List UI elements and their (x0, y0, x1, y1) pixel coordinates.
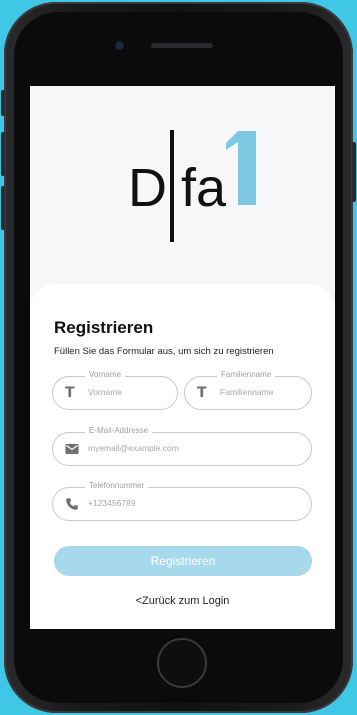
volume-down-button (1, 186, 5, 230)
logo-fa: fa (181, 158, 227, 218)
phone-field[interactable]: Telefonnummer +123456789 (52, 481, 312, 521)
camera-icon (116, 42, 123, 49)
logo-one-stem (238, 131, 256, 205)
text-icon: T (197, 385, 207, 401)
power-button (352, 142, 356, 202)
app-screen: D fa Registrieren Füllen Sie das Formula… (30, 86, 335, 629)
email-label: E-Mail-Addresse (85, 426, 153, 435)
phone-placeholder: +123456789 (88, 498, 136, 508)
phone-icon (66, 498, 78, 510)
phone-label: Telefonnummer (85, 481, 149, 490)
first-name-label: Vorname (85, 370, 126, 379)
logo-text: D (128, 158, 167, 218)
first-name-field[interactable]: Vorname T Vorname (52, 370, 178, 410)
last-name-placeholder: Familienname (220, 387, 274, 397)
last-name-label: Familienname (217, 370, 276, 379)
speaker-grille (151, 43, 213, 48)
email-placeholder: myemail@example.com (88, 443, 179, 453)
register-button[interactable]: Registrieren (54, 546, 312, 576)
register-card: Registrieren Füllen Sie das Formular aus… (30, 284, 335, 629)
first-name-placeholder: Vorname (88, 387, 123, 397)
last-name-field[interactable]: Familienname T Familienname (184, 370, 312, 410)
page-subtitle: Füllen Sie das Formular aus, um sich zu … (54, 346, 274, 357)
text-icon: T (65, 385, 75, 401)
logo-i-stroke (170, 130, 174, 242)
volume-up-button (1, 132, 5, 176)
mute-switch (1, 90, 5, 116)
back-to-login-link[interactable]: <Zurück zum Login (30, 595, 335, 607)
email-field[interactable]: E-Mail-Addresse myemail@example.com (52, 426, 312, 466)
difa-logo: D fa (128, 130, 256, 242)
mail-icon (65, 444, 79, 454)
logo-one-flag (226, 131, 238, 150)
page-title: Registrieren (54, 318, 154, 337)
home-button[interactable] (157, 638, 207, 688)
